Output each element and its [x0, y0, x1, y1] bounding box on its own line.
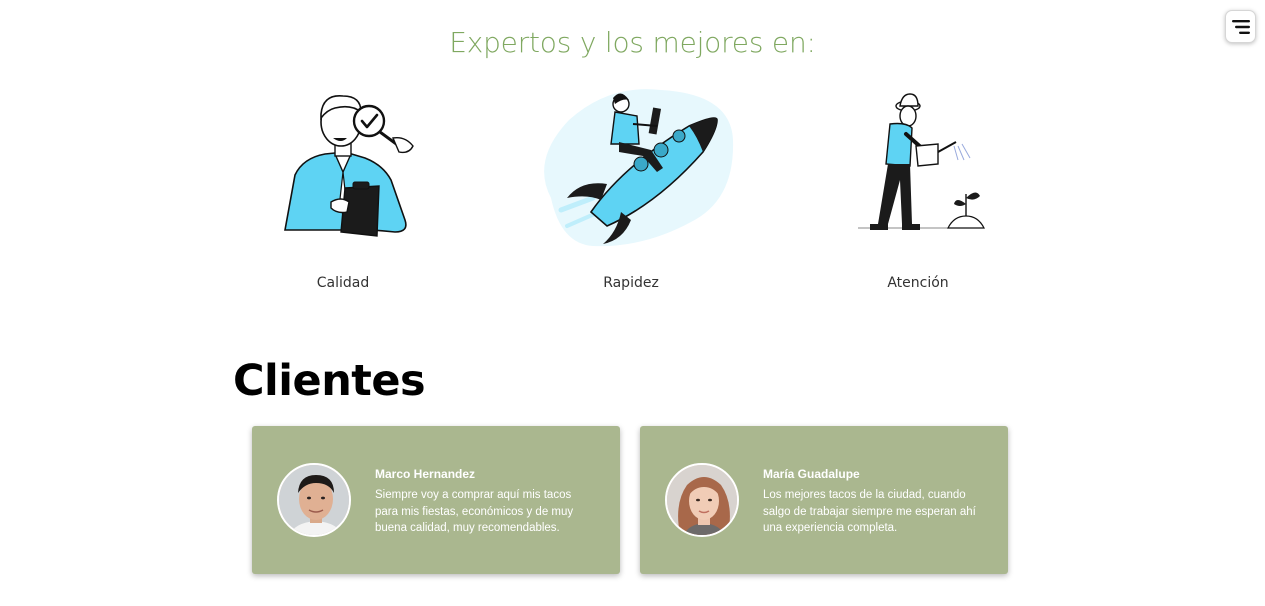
avatar: [665, 463, 739, 537]
feature-speed: Rapidez: [511, 80, 751, 300]
testimonial-name: María Guadalupe: [763, 467, 860, 481]
feature-quality: Calidad: [223, 80, 463, 300]
testimonial-card-maria: María Guadalupe Los mejores tacos de la …: [640, 426, 1008, 574]
feature-attention: Atención: [798, 80, 1038, 300]
feature-label-atencion: Atención: [887, 275, 949, 291]
gardener-watering-illustration: [858, 93, 985, 230]
quality-inspector-illustration: [284, 95, 414, 237]
feature-label-rapidez: Rapidez: [603, 275, 659, 291]
testimonial-quote: Siempre voy a comprar aquí mis tacos par…: [375, 489, 574, 534]
feature-label-calidad: Calidad: [316, 275, 370, 291]
testimonial-quote: Los mejores tacos de la ciudad, cuando s…: [763, 489, 976, 534]
avatar: [277, 463, 351, 537]
features-title: Expertos y los mejores en:: [449, 26, 816, 59]
testimonial-card-marco: Marco Hernandez Siempre voy a comprar aq…: [252, 426, 620, 574]
testimonial-name: Marco Hernandez: [375, 467, 476, 481]
rocket-rider-illustration: [544, 89, 734, 247]
clients-title: Clientes: [233, 356, 426, 406]
